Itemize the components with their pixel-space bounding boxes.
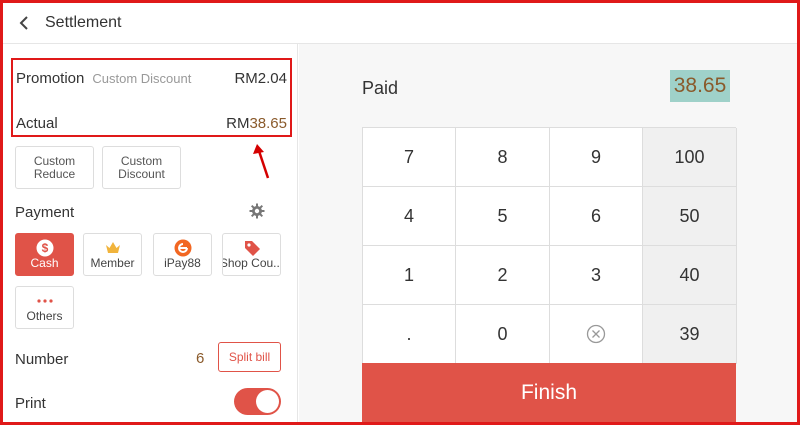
- others-icon: [36, 292, 54, 310]
- payment-method-label: Shop Cou...: [222, 256, 281, 270]
- key-5[interactable]: 5: [456, 187, 550, 246]
- settlement-panel: Promotion Custom Discount RM2.04 Actual …: [3, 44, 298, 422]
- payment-shop-coupon[interactable]: Shop Cou...: [222, 233, 281, 276]
- promotion-row: Promotion Custom Discount RM2.04: [16, 70, 287, 87]
- key-39[interactable]: 39: [643, 305, 737, 364]
- actual-currency: RM: [226, 115, 250, 132]
- custom-reduce-label: Custom Reduce: [33, 153, 76, 181]
- custom-reduce-button[interactable]: Custom Reduce: [15, 146, 94, 189]
- payment-cash[interactable]: $ Cash: [15, 233, 74, 276]
- key-7[interactable]: 7: [363, 128, 456, 187]
- actual-value: 38.65: [249, 115, 287, 132]
- key-40[interactable]: 40: [643, 246, 737, 305]
- cash-icon: $: [36, 239, 54, 257]
- payment-entry-panel: Paid 38.65 7 8 9 100 4 5 6 50 1 2 3 40 .…: [299, 44, 797, 422]
- member-icon: [104, 239, 122, 257]
- actual-row: Actual RM38.65: [16, 115, 287, 132]
- paid-input[interactable]: 38.65: [670, 70, 730, 102]
- clear-icon: [586, 324, 606, 344]
- back-button[interactable]: [5, 3, 43, 44]
- shop-coupon-icon: [243, 239, 261, 257]
- promotion-label: Promotion: [16, 70, 85, 87]
- payment-label: Payment: [15, 204, 75, 221]
- payment-method-label: Member: [90, 256, 135, 270]
- custom-discount-label: Custom Discount: [118, 153, 165, 181]
- promotion-amount: RM2.04: [234, 70, 287, 87]
- paid-label: Paid: [362, 78, 399, 98]
- key-clear[interactable]: [550, 305, 643, 364]
- custom-discount-button[interactable]: Custom Discount: [102, 146, 181, 189]
- payment-others[interactable]: Others: [15, 286, 74, 329]
- page-title: Settlement: [45, 14, 122, 31]
- print-label: Print: [15, 395, 46, 412]
- numeric-keypad: 7 8 9 100 4 5 6 50 1 2 3 40 . 0 39: [362, 127, 737, 364]
- promotion-type: Custom Discount: [92, 71, 192, 86]
- payment-member[interactable]: Member: [83, 233, 142, 276]
- key-3[interactable]: 3: [550, 246, 643, 305]
- key-0[interactable]: 0: [456, 305, 550, 364]
- toggle-knob: [256, 390, 279, 413]
- ipay88-icon: [174, 239, 192, 257]
- svg-text:$: $: [41, 241, 48, 255]
- gear-icon[interactable]: [249, 203, 265, 219]
- key-2[interactable]: 2: [456, 246, 550, 305]
- number-value: 6: [196, 350, 205, 367]
- back-icon: [19, 16, 28, 30]
- key-4[interactable]: 4: [363, 187, 456, 246]
- key-1[interactable]: 1: [363, 246, 456, 305]
- actual-amount: RM38.65: [226, 115, 287, 132]
- payment-ipay88[interactable]: iPay88: [153, 233, 212, 276]
- key-decimal[interactable]: .: [363, 305, 456, 364]
- payment-method-label: Others: [26, 309, 63, 323]
- header-bar: Settlement: [3, 3, 797, 44]
- finish-button[interactable]: Finish: [362, 363, 736, 422]
- payment-method-label: Cash: [30, 256, 59, 270]
- key-6[interactable]: 6: [550, 187, 643, 246]
- key-100[interactable]: 100: [643, 128, 737, 187]
- actual-label: Actual: [16, 115, 58, 132]
- key-9[interactable]: 9: [550, 128, 643, 187]
- split-bill-button[interactable]: Split bill: [218, 342, 281, 372]
- key-50[interactable]: 50: [643, 187, 737, 246]
- number-label: Number: [15, 351, 69, 368]
- key-8[interactable]: 8: [456, 128, 550, 187]
- payment-method-label: iPay88: [164, 256, 201, 270]
- print-toggle[interactable]: [234, 388, 281, 415]
- annotation-arrow: [253, 144, 270, 179]
